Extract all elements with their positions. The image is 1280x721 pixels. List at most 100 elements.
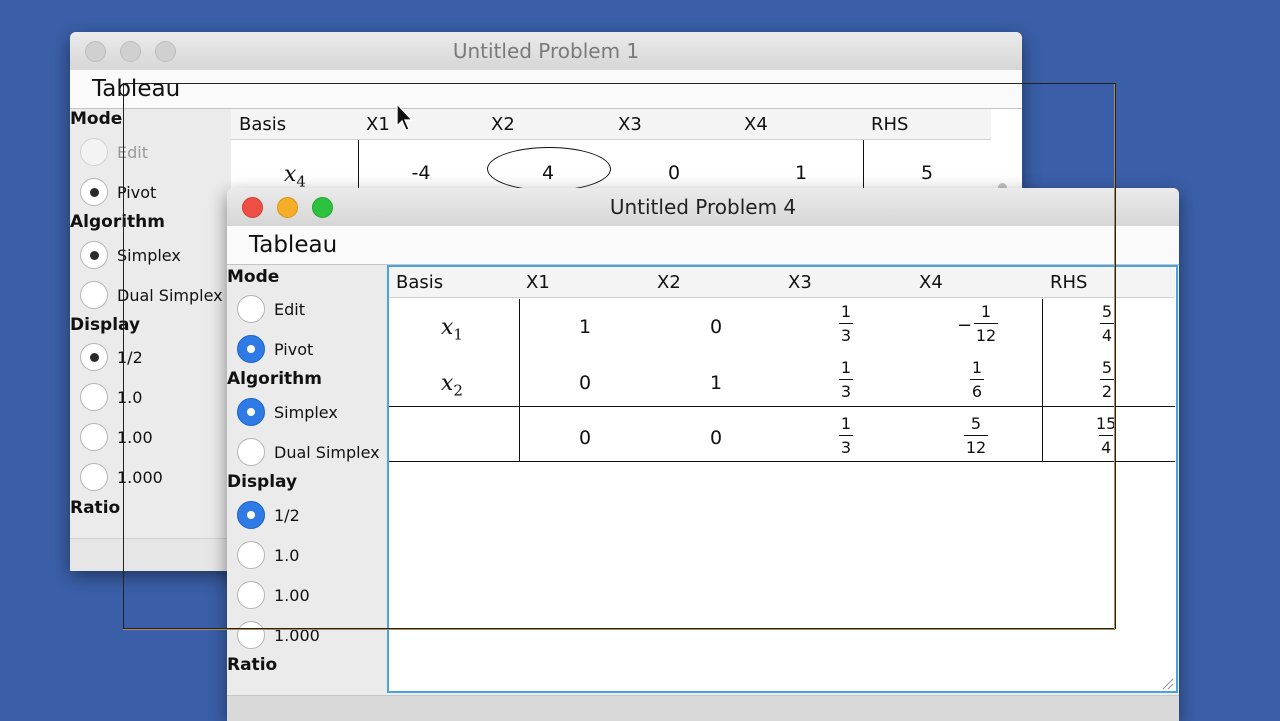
display-3dp-label: 1.000 xyxy=(274,626,320,645)
mode-pivot-label: Pivot xyxy=(117,183,157,202)
objective-separator xyxy=(389,406,1175,407)
sidebar: Mode Edit Pivot Algorithm Simplex Dual S… xyxy=(227,265,387,695)
algorithm-simplex-radio[interactable] xyxy=(237,398,265,426)
cell-x2[interactable]: 1 xyxy=(696,372,736,394)
resize-grip-icon[interactable] xyxy=(1160,675,1174,690)
display-2dp-label: 1.00 xyxy=(117,428,153,447)
display-fraction-label: 1/2 xyxy=(117,348,143,367)
column-header-x3[interactable]: X3 xyxy=(788,272,812,293)
column-header-x2[interactable]: X2 xyxy=(657,272,681,293)
titlebar[interactable]: Untitled Problem 4 xyxy=(227,188,1179,227)
basis-separator xyxy=(519,299,520,462)
cell-x1[interactable]: 0 xyxy=(565,372,605,394)
cell-x1[interactable]: -4 xyxy=(401,162,441,184)
display-3dp-radio[interactable] xyxy=(80,463,108,491)
table-header-row: Basis X1 X2 X3 X4 RHS xyxy=(231,109,991,140)
algorithm-dual-simplex-label: Dual Simplex xyxy=(117,286,223,305)
display-3dp-label: 1.000 xyxy=(117,468,163,487)
tab-bar: Tableau xyxy=(70,70,1022,109)
table-row: x4 -4 4 0 1 5 xyxy=(231,140,991,191)
display-fraction-radio[interactable] xyxy=(237,501,265,529)
cell-x2[interactable]: 0 xyxy=(696,316,736,338)
cell-x2[interactable]: 4 xyxy=(528,162,568,184)
table-bottom-border xyxy=(389,461,1175,462)
basis-variable: x4 xyxy=(284,162,306,191)
mode-edit-radio[interactable] xyxy=(80,138,108,166)
cell-rhs[interactable]: 15 4 xyxy=(1096,414,1116,457)
cell-x3[interactable]: 13 xyxy=(839,358,853,401)
cell-x4[interactable]: 1 12 xyxy=(974,302,998,345)
display-heading: Display xyxy=(227,472,298,492)
display-2dp-radio[interactable] xyxy=(80,423,108,451)
algorithm-dual-simplex-radio[interactable] xyxy=(80,281,108,309)
column-header-x1[interactable]: X1 xyxy=(526,272,550,293)
ratio-heading: Ratio xyxy=(227,655,278,675)
mode-pivot-radio[interactable] xyxy=(237,335,265,363)
cell-x3[interactable]: 13 xyxy=(839,414,853,457)
algorithm-simplex-radio[interactable] xyxy=(80,241,108,269)
table-row: x2 0 1 13 16 52 xyxy=(389,355,1175,411)
column-header-x3[interactable]: X3 xyxy=(618,114,642,135)
tab-bar: Tableau xyxy=(227,226,1179,265)
cell-x3[interactable]: 0 xyxy=(654,162,694,184)
display-1dp-label: 1.0 xyxy=(274,546,300,565)
rhs-separator xyxy=(1042,299,1043,462)
mode-edit-radio[interactable] xyxy=(237,295,265,323)
window-title: Untitled Problem 4 xyxy=(609,195,797,219)
tab-tableau[interactable]: Tableau xyxy=(249,232,337,258)
mode-heading: Mode xyxy=(70,109,123,129)
cell-x4[interactable]: 5 12 xyxy=(964,414,988,457)
cell-x1[interactable]: 1 xyxy=(565,316,605,338)
column-header-x2[interactable]: X2 xyxy=(491,114,515,135)
display-3dp-radio[interactable] xyxy=(237,621,265,649)
table-header-row: Basis X1 X2 X3 X4 RHS xyxy=(389,267,1175,298)
window-untitled-problem-4: Untitled Problem 4 Tableau Mode Edit Piv… xyxy=(227,188,1179,721)
status-strip xyxy=(70,538,228,571)
basis-variable: x1 xyxy=(441,315,463,344)
mode-edit-label: Edit xyxy=(274,300,305,319)
algorithm-heading: Algorithm xyxy=(70,212,165,232)
column-header-rhs[interactable]: RHS xyxy=(871,114,908,135)
algorithm-simplex-label: Simplex xyxy=(117,246,181,265)
mouse-cursor-icon xyxy=(396,102,416,133)
mode-pivot-label: Pivot xyxy=(274,340,314,359)
ratio-heading: Ratio xyxy=(70,498,121,518)
display-2dp-radio[interactable] xyxy=(237,581,265,609)
tableau-table[interactable]: Basis X1 X2 X3 X4 RHS x1 1 0 13 − 1 12 54… xyxy=(387,265,1178,693)
mode-edit-label: Edit xyxy=(117,143,148,162)
mode-heading: Mode xyxy=(227,267,280,287)
column-header-basis[interactable]: Basis xyxy=(396,272,443,293)
mode-pivot-radio[interactable] xyxy=(80,178,108,206)
cell-rhs[interactable]: 5 xyxy=(907,162,947,184)
column-header-x4[interactable]: X4 xyxy=(919,272,943,293)
algorithm-simplex-label: Simplex xyxy=(274,403,338,422)
column-header-x4[interactable]: X4 xyxy=(744,114,768,135)
display-1dp-radio[interactable] xyxy=(80,383,108,411)
cell-x4[interactable]: 1 xyxy=(781,162,821,184)
cell-rhs[interactable]: 52 xyxy=(1100,358,1114,401)
tab-tableau[interactable]: Tableau xyxy=(92,76,180,102)
column-header-rhs[interactable]: RHS xyxy=(1050,272,1087,293)
titlebar[interactable]: Untitled Problem 1 xyxy=(70,32,1022,71)
display-1dp-label: 1.0 xyxy=(117,388,143,407)
column-header-x1[interactable]: X1 xyxy=(366,114,390,135)
display-fraction-radio[interactable] xyxy=(80,343,108,371)
cell-rhs[interactable]: 54 xyxy=(1100,302,1114,345)
table-row: x1 1 0 13 − 1 12 54 xyxy=(389,299,1175,355)
cell-x4[interactable]: 16 xyxy=(970,358,984,401)
table-row-objective: 0 0 13 5 12 15 4 xyxy=(389,410,1175,466)
algorithm-heading: Algorithm xyxy=(227,369,322,389)
display-2dp-label: 1.00 xyxy=(274,586,310,605)
cell-x1[interactable]: 0 xyxy=(565,427,605,449)
display-heading: Display xyxy=(70,315,141,335)
column-header-basis[interactable]: Basis xyxy=(239,114,286,135)
status-bar xyxy=(227,695,1179,721)
cell-x4-sign: − xyxy=(957,315,973,336)
algorithm-dual-simplex-radio[interactable] xyxy=(237,438,265,466)
window-title: Untitled Problem 1 xyxy=(452,39,640,63)
cell-x3[interactable]: 13 xyxy=(839,302,853,345)
cell-x2[interactable]: 0 xyxy=(696,427,736,449)
sidebar: Mode Edit Pivot Algorithm Simplex Dual S… xyxy=(70,109,228,570)
display-1dp-radio[interactable] xyxy=(237,541,265,569)
display-fraction-label: 1/2 xyxy=(274,506,300,525)
